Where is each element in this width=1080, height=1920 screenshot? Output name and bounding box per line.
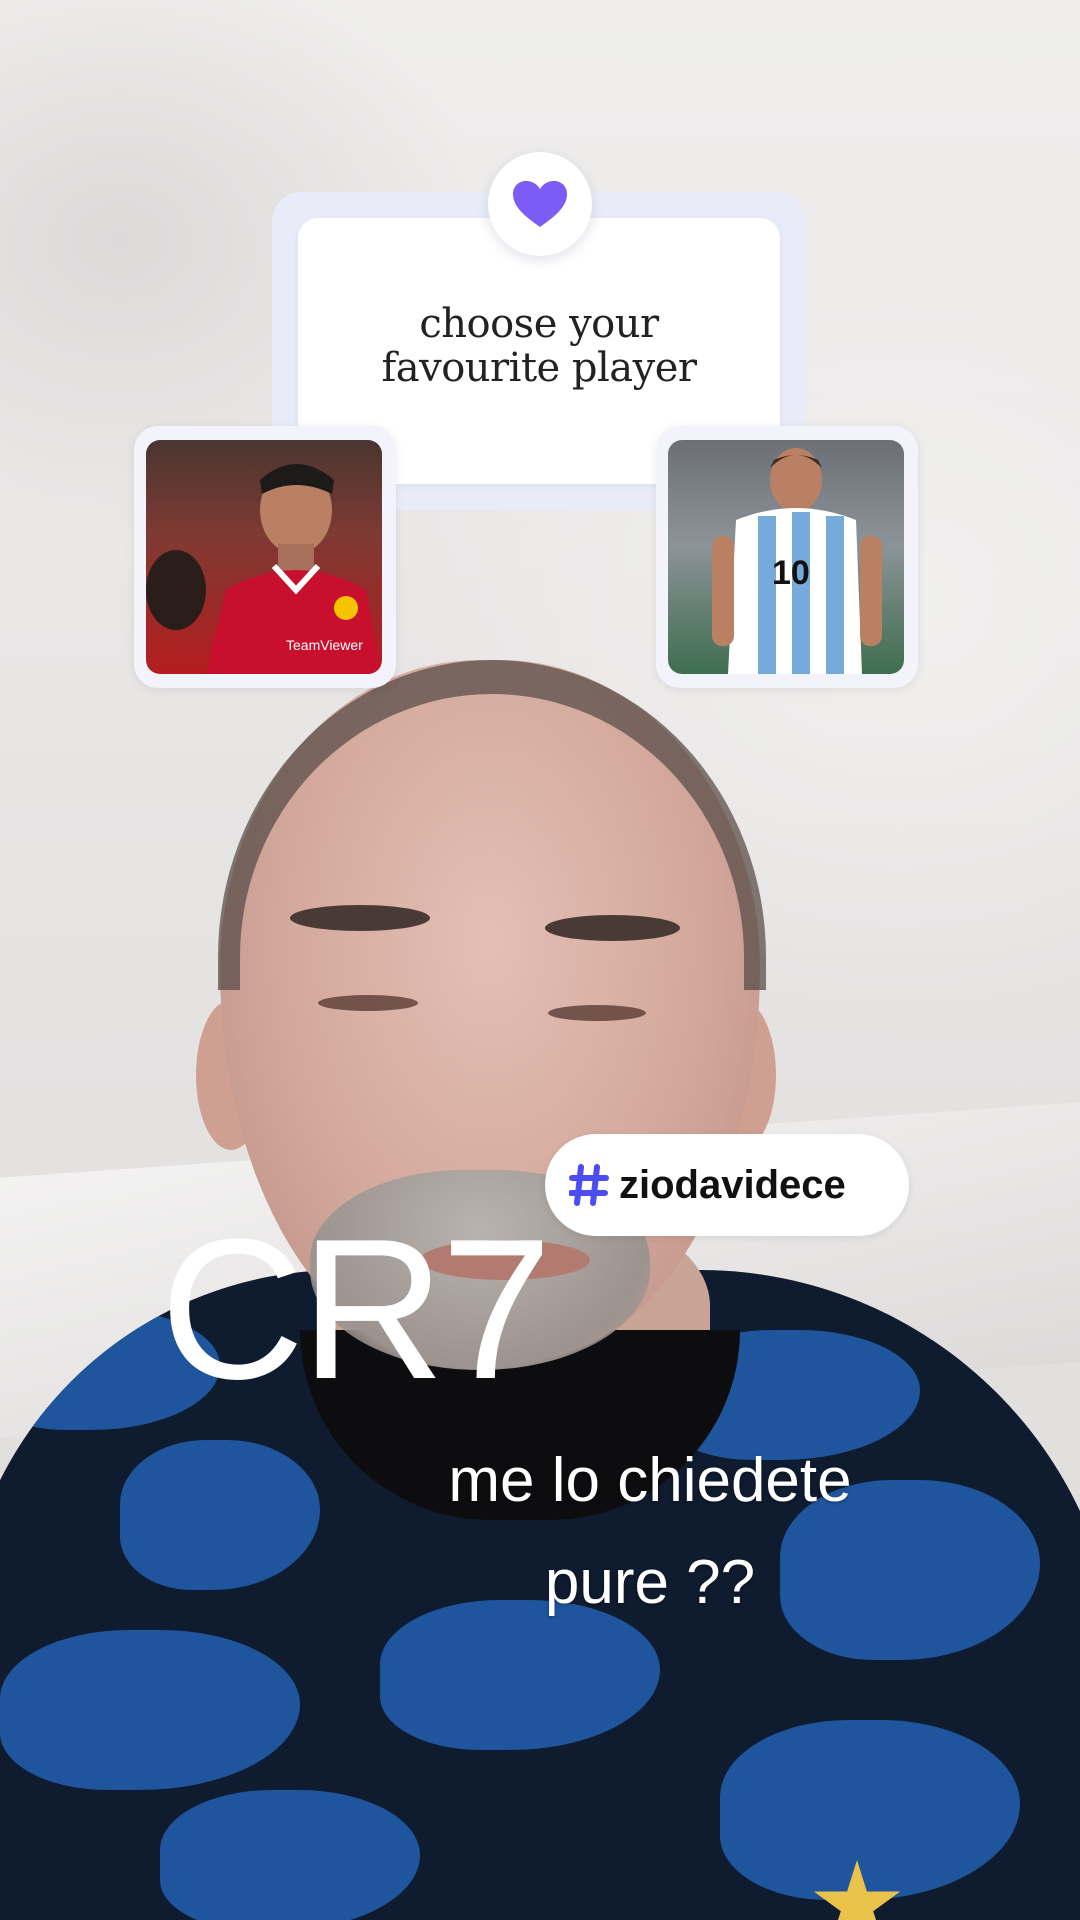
caption-line1: me lo chiedete (448, 1446, 852, 1515)
left-eyebrow (290, 905, 430, 931)
player-option-right[interactable]: 10 (656, 426, 918, 688)
poll-question: choose your favourite player (298, 302, 780, 390)
hashtag-icon (569, 1164, 609, 1206)
sponsor-text: TeamViewer (286, 637, 363, 653)
jersey-number: 10 (772, 554, 810, 592)
hashtag-label: ziodavidece (619, 1162, 846, 1207)
poll-question-line1: choose your (419, 301, 659, 347)
heart-icon (513, 181, 567, 227)
player-option-left[interactable]: TeamViewer (134, 426, 396, 688)
player-photo-messi: 10 (668, 440, 904, 674)
heart-badge (488, 152, 592, 256)
player-photo-ronaldo: TeamViewer (146, 440, 382, 674)
hashtag-sticker[interactable]: ziodavidece (545, 1134, 909, 1236)
right-eye (548, 1005, 646, 1021)
left-eye (318, 995, 418, 1011)
poll-question-line2: favourite player (381, 345, 697, 391)
caption-text: me lo chiedete pure ?? (380, 1430, 920, 1634)
right-eyebrow (545, 915, 680, 941)
caption-line2: pure ?? (544, 1548, 756, 1617)
headline-text: CR7 (160, 1198, 552, 1421)
